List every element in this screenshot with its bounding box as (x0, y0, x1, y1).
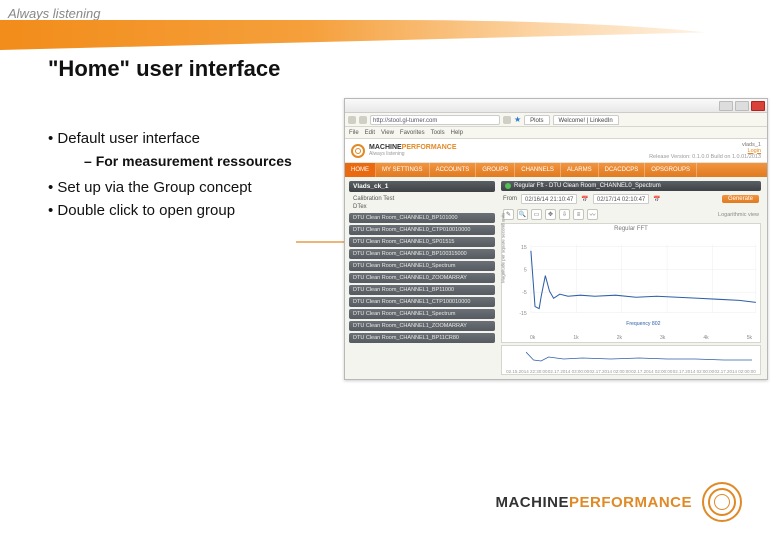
svg-text:5: 5 (524, 267, 527, 273)
tool-export-icon[interactable]: ⇩ (559, 209, 570, 220)
tab-plots[interactable]: Plots (524, 115, 549, 125)
header-tagline: Always listening (8, 6, 101, 21)
nav-dcacdcps[interactable]: DCACDCPS (599, 163, 646, 177)
from-date-input[interactable]: 02/16/14 21:10:47 (521, 194, 577, 204)
footer-logo: MACHINEPERFORMANCE (495, 482, 742, 522)
nav-channels[interactable]: CHANNELS (515, 163, 561, 177)
log-view-label[interactable]: Logarithmic view (718, 212, 759, 218)
tool-select-icon[interactable]: ▭ (531, 209, 542, 220)
menu-edit[interactable]: Edit (365, 130, 375, 136)
tab-linkedin[interactable]: Welcome! | LinkedIn (553, 115, 619, 125)
brand-logo-text: MACHINEPERFORMANCE (369, 144, 457, 151)
list-item[interactable]: DTU Clean Room_CHANNEL0_SP01515 (349, 237, 495, 247)
nav-alarms[interactable]: ALARMS (561, 163, 599, 177)
brand-logo-icon (351, 144, 365, 158)
sidebar: Vlads_ck_1 Calibration Test DTex DTU Cle… (345, 177, 499, 379)
fft-chart[interactable]: Regular FFT Magnitude per square second … (501, 223, 761, 343)
menu-favorites[interactable]: Favorites (400, 130, 425, 136)
date-range-bar: From 02/16/14 21:10:47 📅 02/17/14 02:10:… (501, 191, 761, 207)
nav-opsgroups[interactable]: OPSGROUPS (645, 163, 697, 177)
menu-help[interactable]: Help (451, 130, 463, 136)
tool-line-icon[interactable]: 〰 (587, 209, 598, 220)
nav-mysettings[interactable]: MY SETTINGS (376, 163, 430, 177)
list-item[interactable]: DTU Clean Room_CHANNEL0_BP101000 (349, 213, 495, 223)
nav-accounts[interactable]: ACCOUNTS (430, 163, 477, 177)
list-item[interactable]: DTU Clean Room_CHANNEL1_ZOOMARRAY (349, 321, 495, 331)
bullet-list: Default user interface For measurement r… (48, 130, 348, 225)
bullet-1-sub: For measurement ressources (84, 153, 348, 169)
brand-subtitle: Always listening (369, 151, 457, 157)
app-screenshot: http://stool.gl-turner.com ★ Plots Welco… (344, 98, 768, 380)
thumbnail-strip[interactable]: 02.15.2014 22:30:0002.17.2014 03:00:0002… (501, 345, 761, 375)
slide-title: "Home" user interface (48, 56, 280, 82)
browser-menu: File Edit View Favorites Tools Help (345, 127, 767, 139)
star-icon[interactable]: ★ (514, 115, 521, 124)
to-date-input[interactable]: 02/17/14 02:10:47 (593, 194, 649, 204)
svg-text:15: 15 (521, 245, 527, 251)
list-item[interactable]: DTU Clean Room_CHANNEL0_ZOOMARRAY (349, 273, 495, 283)
group-header[interactable]: Vlads_ck_1 (349, 181, 495, 192)
bullet-1: Default user interface (48, 130, 348, 147)
menu-tools[interactable]: Tools (431, 130, 445, 136)
footer-brand-1: MACHINE (495, 494, 569, 511)
thumb-date-labels: 02.15.2014 22:30:0002.17.2014 03:00:0002… (502, 369, 760, 374)
list-item[interactable]: DTU Clean Room_CHANNEL0_BP100315000 (349, 249, 495, 259)
nav-home[interactable]: HOME (345, 163, 376, 177)
forward-icon[interactable] (359, 116, 367, 124)
app-header: MACHINEPERFORMANCE Always listening vlad… (345, 139, 767, 163)
maximize-button[interactable] (735, 101, 749, 111)
generate-button[interactable]: Generate (722, 195, 759, 203)
nav-groups[interactable]: GROUPS (476, 163, 515, 177)
chart-toolbar: ✎ 🔍 ▭ ✥ ⇩ ≡ 〰 Logarithmic view (501, 207, 761, 223)
svg-text:-15: -15 (519, 311, 527, 317)
footer-brand-2: PERFORMANCE (569, 494, 692, 511)
tool-zoom-icon[interactable]: 🔍 (517, 209, 528, 220)
main-panel: Regular Fft - DTU Clean Room_CHANNEL0_Sp… (499, 177, 767, 379)
tool-pan-icon[interactable]: ✥ (545, 209, 556, 220)
list-item[interactable]: DTU Clean Room_CHANNEL1_BP11CR80 (349, 333, 495, 343)
back-icon[interactable] (348, 116, 356, 124)
bullet-3: Double click to open group (48, 202, 348, 219)
resource-list: DTU Clean Room_CHANNEL0_BP101000 DTU Cle… (349, 213, 495, 343)
panel-title-text: Regular Fft - DTU Clean Room_CHANNEL0_Sp… (514, 183, 661, 189)
from-label: From (503, 196, 517, 202)
nav-bar: HOME MY SETTINGS ACCOUNTS GROUPS CHANNEL… (345, 163, 767, 177)
list-item[interactable]: DTU Clean Room_CHANNEL0_Spectrum (349, 261, 495, 271)
group-sub-1[interactable]: Calibration Test (349, 195, 495, 203)
list-item[interactable]: DTU Clean Room_CHANNEL1_Spectrum (349, 309, 495, 319)
address-bar[interactable]: http://stool.gl-turner.com (370, 115, 500, 125)
svg-text:Frequency 802: Frequency 802 (626, 321, 660, 327)
window-titlebar (345, 99, 767, 113)
footer-logo-icon (702, 482, 742, 522)
tool-legend-icon[interactable]: ≡ (573, 209, 584, 220)
browser-toolbar: http://stool.gl-turner.com ★ Plots Welco… (345, 113, 767, 127)
reload-icon[interactable] (503, 116, 511, 124)
minimize-button[interactable] (719, 101, 733, 111)
close-button[interactable] (751, 101, 765, 111)
chart-xticks: 0k1k2k3k4k5k (502, 335, 760, 342)
list-item[interactable]: DTU Clean Room_CHANNEL1_CTP100010000 (349, 297, 495, 307)
list-item[interactable]: DTU Clean Room_CHANNEL1_BP11000 (349, 285, 495, 295)
group-sub-2[interactable]: DTex (349, 203, 495, 211)
release-version: Release Version: 0.1.0.0 Build on 1.0.01… (649, 154, 761, 160)
svg-text:-5: -5 (522, 290, 527, 296)
list-item[interactable]: DTU Clean Room_CHANNEL0_CTP010010000 (349, 225, 495, 235)
menu-file[interactable]: File (349, 130, 359, 136)
status-dot-icon (505, 183, 511, 189)
menu-view[interactable]: View (381, 130, 394, 136)
panel-title: Regular Fft - DTU Clean Room_CHANNEL0_Sp… (501, 181, 761, 191)
bullet-2: Set up via the Group concept (48, 179, 348, 196)
